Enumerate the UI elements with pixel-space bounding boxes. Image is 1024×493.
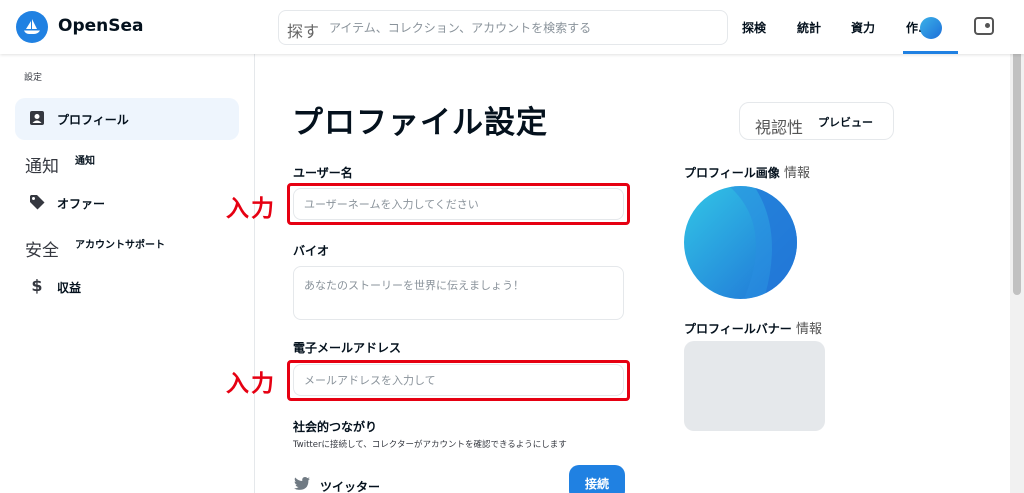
bio-textarea[interactable] — [293, 266, 624, 320]
page-scrollbar[interactable] — [1010, 0, 1024, 493]
profile-banner-label: プロフィールバナー 情報 — [684, 318, 822, 337]
profile-banner-info[interactable]: 情報 — [796, 322, 822, 337]
profile-image-upload[interactable] — [684, 186, 797, 299]
twitter-icon — [294, 477, 310, 493]
sidebar-item-notifications[interactable]: 通知 通知 — [15, 142, 239, 184]
sidebar-item-account-support[interactable]: 安全 アカウントサポート — [15, 226, 239, 268]
social-connections-label: 社会的つながり — [293, 420, 378, 434]
nav-resources[interactable]: 資力 — [851, 19, 875, 36]
preview-button-label: プレビュー — [818, 116, 873, 129]
notification-icon: 通知 — [25, 157, 59, 177]
sidebar-title: 設定 — [24, 73, 43, 83]
dollar-icon: $ — [31, 276, 43, 295]
social-description: Twitterに接続して、コレクターがアカウントを確認できるようにします — [293, 440, 567, 450]
profile-banner-label-text: プロフィールバナー — [684, 322, 792, 336]
username-label: ユーザー名 — [293, 166, 353, 180]
brand-name[interactable]: OpenSea — [58, 16, 144, 36]
visibility-icon: 視認性 — [755, 118, 804, 137]
annotation-label: 入力 — [226, 371, 276, 397]
search-input[interactable] — [329, 17, 719, 39]
bio-label: バイオ — [293, 244, 330, 258]
sidebar-item-label: 通知 — [75, 156, 95, 167]
annotation-label: 入力 — [226, 196, 276, 222]
annotation-highlight-box — [287, 183, 630, 225]
profile-banner-upload[interactable] — [684, 341, 825, 431]
page-title: プロファイル設定 — [292, 105, 548, 141]
sidebar-item-label: オファー — [57, 197, 106, 211]
profile-image-label-text: プロフィール画像 — [684, 166, 780, 180]
opensea-logo[interactable] — [16, 11, 48, 43]
sailboat-icon — [24, 19, 40, 34]
sidebar-item-label: プロフィール — [57, 113, 129, 127]
user-avatar[interactable] — [920, 17, 942, 39]
nav-explore[interactable]: 探検 — [742, 19, 766, 36]
profile-image-info[interactable]: 情報 — [784, 166, 810, 181]
id-card-icon — [29, 110, 45, 126]
email-label: 電子メールアドレス — [293, 341, 402, 355]
twitter-label: ツイッター — [320, 480, 381, 493]
top-header: OpenSea 探す 探検 統計 資力 作. — [0, 0, 1024, 54]
profile-image-label: プロフィール画像 情報 — [684, 162, 810, 181]
security-icon: 安全 — [25, 241, 59, 261]
annotation-highlight-box — [287, 360, 630, 401]
nav-stats[interactable]: 統計 — [797, 19, 821, 36]
tag-icon — [29, 194, 45, 210]
nav-active-indicator — [903, 51, 958, 54]
wallet-icon[interactable] — [974, 17, 994, 35]
preview-button[interactable]: 視認性 プレビュー — [739, 102, 894, 140]
twitter-connect-button[interactable]: 接続 — [569, 465, 625, 493]
sidebar-item-label: アカウントサポート — [75, 240, 165, 251]
sidebar-item-earnings[interactable]: $ 収益 — [15, 266, 239, 308]
sidebar-item-label: 収益 — [57, 281, 82, 295]
settings-sidebar: 設定 プロフィール 通知 通知 オファー 安全 アカウントサポート $ 収益 — [0, 54, 255, 493]
sidebar-item-offers[interactable]: オファー — [15, 182, 239, 224]
search-bar[interactable]: 探す — [278, 10, 728, 45]
sidebar-item-profile[interactable]: プロフィール — [15, 98, 239, 140]
profile-image-preview — [684, 186, 797, 299]
search-icon: 探す — [287, 22, 320, 41]
